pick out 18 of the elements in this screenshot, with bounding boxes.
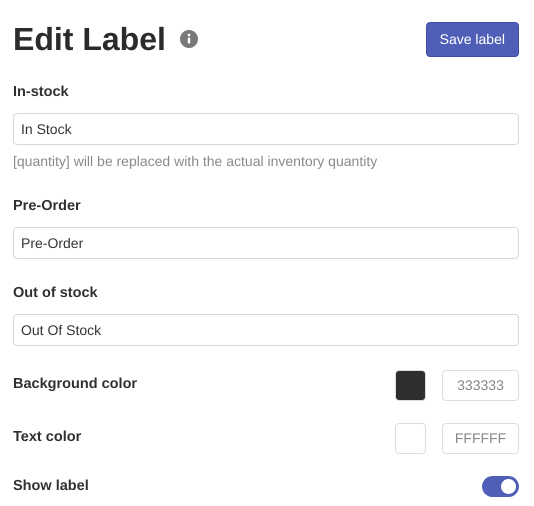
- field-label: Text color: [13, 428, 82, 448]
- field-label: Background color: [13, 375, 138, 394]
- text-field[interactable]: Out Of Stock: [13, 314, 519, 346]
- field-label: Out of stock: [13, 284, 99, 303]
- field-label: Show label: [13, 476, 89, 496]
- hex-field[interactable]: FFFFFF: [442, 422, 519, 454]
- field-label: In-stock: [13, 83, 70, 102]
- field-label: Pre-Order: [13, 197, 82, 216]
- toggle-switch[interactable]: [482, 476, 519, 498]
- color-swatch[interactable]: [395, 422, 426, 454]
- color-swatch[interactable]: [395, 370, 426, 401]
- text-field[interactable]: In Stock: [13, 113, 519, 146]
- help-text: [quantity] will be replaced with the actual inventory quantity: [13, 152, 378, 172]
- page-title: Edit Label: [13, 20, 166, 58]
- hex-field[interactable]: 333333: [442, 370, 519, 401]
- info-icon[interactable]: [180, 30, 198, 48]
- save-button[interactable]: Save label: [426, 22, 519, 57]
- text-field[interactable]: Pre-Order: [13, 226, 519, 259]
